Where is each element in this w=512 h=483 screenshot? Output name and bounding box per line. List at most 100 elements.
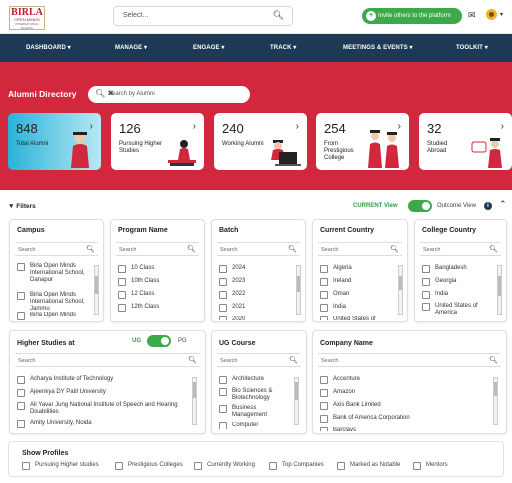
campus-search-input[interactable]: Search 🔍︎ (15, 242, 98, 256)
avatar[interactable] (486, 9, 497, 20)
option-item[interactable]: Amazon (320, 389, 355, 397)
option-item[interactable]: 12 Class (118, 291, 154, 299)
chevron-right-icon: › (295, 121, 299, 132)
logo-tag: INTERNATIONAL SCHOOL (15, 22, 39, 30)
search-icon: 🔍︎ (188, 357, 197, 364)
nav-meetings-events[interactable]: MEETINGS & EVENTS ▾ (343, 44, 413, 51)
option-item[interactable]: 2020 (219, 316, 245, 320)
search-icon: 🔍︎ (390, 246, 399, 253)
option-item[interactable]: Barclays (320, 427, 356, 431)
current-view-label: CURRENT View (353, 203, 398, 209)
profile-option[interactable]: Pursuing Higher studies (22, 462, 99, 470)
invite-button[interactable]: + Invite others to the platform (362, 8, 462, 24)
ug-course-search-input[interactable]: Search 🔍︎ (217, 353, 301, 367)
card-count: 32 (427, 121, 442, 136)
option-item[interactable]: Birla Open Minds (17, 312, 93, 320)
chevron-up-icon[interactable]: ⌃ (499, 199, 507, 210)
nav-engage[interactable]: ENGAGE ▾ (193, 44, 225, 51)
scrollbar[interactable] (493, 377, 498, 425)
option-item[interactable]: Ireland (320, 278, 351, 286)
option-item[interactable]: Georgia (422, 278, 456, 286)
profile-option[interactable]: Marked as Notable (337, 462, 400, 470)
option-item[interactable]: 10th Class (118, 278, 159, 286)
profile-option[interactable]: Top Companies (269, 462, 324, 470)
clear-icon[interactable]: × (108, 88, 244, 98)
option-item[interactable]: Axis Bank Limited (320, 402, 381, 410)
option-item[interactable]: 12th Class (118, 304, 159, 312)
show-profiles-title: Show Profiles (22, 450, 69, 457)
panel-title: Company Name (320, 340, 373, 347)
nav-toolkit[interactable]: TOOLKIT ▾ (456, 44, 488, 51)
card-total-alumni[interactable]: 848 Total Alumni › (8, 113, 101, 170)
profile-option[interactable]: Currently Working (194, 462, 255, 470)
plus-icon: + (366, 11, 376, 21)
show-profiles-panel: Show Profiles Pursuing Higher studies Pr… (8, 441, 504, 477)
college-country-filter: College Country Search 🔍︎ Bangladesh Geor… (414, 219, 507, 322)
option-item[interactable]: Business Management (219, 405, 289, 419)
option-item[interactable]: Acharya Institute of Technology (17, 376, 113, 384)
company-search-input[interactable]: Search 🔍︎ (318, 353, 501, 367)
outcome-view-label: Outcome View (437, 203, 476, 209)
campus-filter: Campus Search 🔍︎ Birla Open Minds Interna… (9, 219, 104, 322)
option-item[interactable]: Birla Open Minds International School, D… (17, 263, 93, 284)
scrollbar[interactable] (94, 265, 99, 315)
option-item[interactable]: 2021 (219, 304, 245, 312)
info-icon[interactable]: i (484, 202, 492, 210)
nav-track[interactable]: TRACK ▾ (270, 44, 296, 51)
nav-dashboard[interactable]: DASHBOARD ▾ (26, 44, 71, 51)
option-item[interactable]: Architecture (219, 376, 264, 384)
chevron-down-icon[interactable]: ▾ (500, 11, 503, 18)
scrollbar[interactable] (497, 265, 502, 315)
card-working-alumni[interactable]: 240 Working Alumni › (214, 113, 307, 170)
option-item[interactable]: United States of (320, 316, 376, 320)
profile-option[interactable]: Prestigious Colleges (115, 462, 183, 470)
higher-studies-search-input[interactable]: Search 🔍︎ (15, 353, 200, 367)
option-item[interactable]: Birla Open Minds International School, J… (17, 292, 93, 313)
abroad-illustration-icon (471, 138, 502, 168)
nav-manage[interactable]: MANAGE ▾ (115, 44, 147, 51)
school-logo[interactable]: BIRLA OPEN MINDS INTERNATIONAL SCHOOL (9, 6, 45, 30)
option-item[interactable]: Ajeenkya DY Patil University (17, 389, 106, 397)
country-search-input[interactable]: Search 🔍︎ (318, 242, 402, 256)
option-item[interactable]: India (320, 304, 346, 312)
scrollbar[interactable] (296, 265, 301, 315)
pg-label: PG (178, 338, 187, 344)
profile-option[interactable]: Mentors (413, 462, 448, 470)
card-higher-studies[interactable]: 126 Pursuing Higher Studies › (111, 113, 204, 170)
ug-pg-toggle[interactable] (147, 335, 171, 347)
card-prestigious-college[interactable]: 254 From Prestigious College › (316, 113, 409, 170)
batch-filter: Batch Search 🔍︎ 2024 2023 2022 2021 2020 (211, 219, 306, 322)
option-item[interactable]: Amity University, Noida (17, 420, 92, 428)
invite-label: Invite others to the platform (378, 13, 451, 19)
view-toggle[interactable] (408, 200, 432, 212)
alumni-search-input[interactable]: 🔍︎ Search by Alumni × (88, 86, 250, 103)
global-select[interactable]: Select... 🔍︎ (113, 6, 293, 26)
search-icon: 🔍︎ (95, 89, 106, 98)
student-illustration-icon (168, 140, 196, 166)
option-item[interactable]: Accenture (320, 376, 360, 384)
batch-search-input[interactable]: Search 🔍︎ (217, 242, 300, 256)
option-item[interactable]: 2022 (219, 291, 245, 299)
college-country-search-input[interactable]: Search 🔍︎ (420, 242, 501, 256)
option-item[interactable]: Bank of America Corporation (320, 415, 410, 423)
option-item[interactable]: Bangladesh (422, 265, 467, 273)
option-item[interactable]: 10 Class (118, 265, 154, 273)
mail-icon[interactable]: ✉ (468, 10, 476, 21)
program-search-input[interactable]: Search 🔍︎ (116, 242, 199, 256)
option-item[interactable]: Ali Yavar Jung National Institute of Spe… (17, 402, 182, 416)
filters-toggle[interactable]: ▼ Filters (8, 203, 36, 210)
option-item[interactable]: 2024 (219, 265, 245, 273)
option-item[interactable]: Algeria (320, 265, 352, 273)
scrollbar[interactable] (192, 377, 197, 425)
card-label: From Prestigious College (324, 141, 354, 161)
option-item[interactable]: 2023 (219, 278, 245, 286)
scrollbar[interactable] (398, 265, 403, 315)
option-item[interactable]: United States of America (422, 303, 488, 317)
scrollbar[interactable] (294, 377, 299, 425)
card-studied-abroad[interactable]: 32 Studied Abroad › (419, 113, 512, 170)
option-item[interactable]: Oman (320, 291, 349, 299)
option-item[interactable]: Bio Sciences & Biotechnology (219, 388, 289, 402)
option-item[interactable]: India (422, 291, 448, 299)
option-item[interactable]: Computer (219, 422, 258, 429)
funnel-icon: ▼ (8, 203, 15, 210)
